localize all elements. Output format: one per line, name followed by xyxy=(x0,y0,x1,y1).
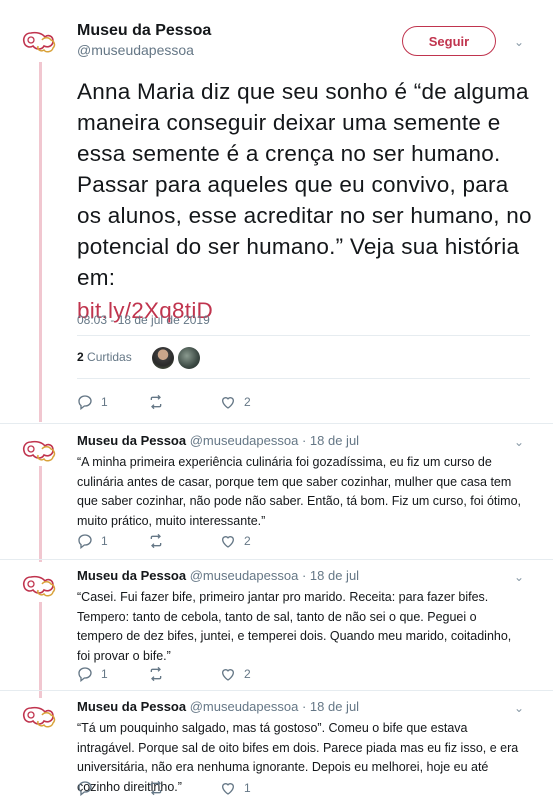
handle[interactable]: @museudapessoa xyxy=(190,433,299,448)
retweet-stats[interactable]: 2 Curtidas xyxy=(77,350,132,364)
chevron-down-icon[interactable]: ⌄ xyxy=(512,570,526,584)
like-button[interactable]: 1 xyxy=(220,780,251,796)
reply-icon xyxy=(78,534,92,549)
divider xyxy=(77,378,530,379)
tweet-date[interactable]: · 18 de jul xyxy=(302,699,359,714)
reply-tweet[interactable]: Museu da Pessoa @museudapessoa · 18 de j… xyxy=(0,568,553,698)
retweet-icon xyxy=(150,394,162,410)
handle[interactable]: @museudapessoa xyxy=(77,42,194,58)
avatar[interactable] xyxy=(152,347,174,369)
reply-header: Museu da Pessoa @museudapessoa · 18 de j… xyxy=(77,433,359,448)
divider xyxy=(0,559,553,560)
reply-tweet[interactable]: Museu da Pessoa @museudapessoa · 18 de j… xyxy=(0,699,553,802)
heart-icon xyxy=(221,669,235,681)
retweet-button[interactable] xyxy=(148,666,172,682)
reply-button[interactable]: 1 xyxy=(77,666,108,682)
tweet-actions: 1 2 xyxy=(77,394,377,414)
tweet-date[interactable]: · 18 de jul xyxy=(302,433,359,448)
reply-count: 1 xyxy=(101,534,108,548)
like-button[interactable]: 2 xyxy=(220,394,251,410)
retweet-button[interactable] xyxy=(148,780,172,796)
reply-header: Museu da Pessoa @museudapessoa · 18 de j… xyxy=(77,568,359,583)
heart-icon xyxy=(221,397,235,409)
retweet-label: Curtidas xyxy=(87,350,132,364)
avatar[interactable] xyxy=(178,347,200,369)
avatar[interactable] xyxy=(22,438,62,466)
display-name[interactable]: Museu da Pessoa xyxy=(77,433,186,448)
retweet-icon xyxy=(150,780,162,796)
reply-button[interactable] xyxy=(77,780,101,796)
retweet-icon xyxy=(150,533,162,549)
museu-logo-icon xyxy=(22,31,56,53)
like-count: 2 xyxy=(244,395,251,409)
reply-count: 1 xyxy=(101,667,108,681)
avatar[interactable] xyxy=(22,704,62,732)
like-button[interactable]: 2 xyxy=(220,666,251,682)
like-count: 2 xyxy=(244,667,251,681)
reply-tweet[interactable]: Museu da Pessoa @museudapessoa · 18 de j… xyxy=(0,433,553,563)
retweet-button[interactable] xyxy=(148,394,172,410)
tweet-actions: 1 2 xyxy=(77,666,377,686)
like-count: 2 xyxy=(244,534,251,548)
timestamp[interactable]: 08:03 - 18 de jul de 2019 xyxy=(77,313,210,327)
heart-icon xyxy=(221,536,235,548)
divider xyxy=(0,423,553,424)
museu-logo-icon xyxy=(22,575,56,597)
like-count: 1 xyxy=(244,781,251,795)
chevron-down-icon[interactable]: ⌄ xyxy=(512,435,526,449)
tweet-body: Anna Maria diz que seu sonho é “de algum… xyxy=(77,79,532,290)
divider xyxy=(77,335,530,336)
museu-logo-icon xyxy=(22,440,56,462)
reply-button[interactable]: 1 xyxy=(77,533,108,549)
tweet-actions: 1 2 xyxy=(77,533,377,553)
reply-icon xyxy=(78,667,92,682)
reply-icon xyxy=(78,395,92,410)
divider xyxy=(0,690,553,691)
display-name[interactable]: Museu da Pessoa xyxy=(77,699,186,714)
reply-header: Museu da Pessoa @museudapessoa · 18 de j… xyxy=(77,699,359,714)
chevron-down-icon[interactable]: ⌄ xyxy=(512,35,526,49)
follow-button[interactable]: Seguir xyxy=(402,26,496,56)
tweet-text: “A minha primeira experiência culinária … xyxy=(77,455,522,528)
tweet-date[interactable]: · 18 de jul xyxy=(302,568,359,583)
display-name[interactable]: Museu da Pessoa xyxy=(77,22,211,40)
chevron-down-icon[interactable]: ⌄ xyxy=(512,701,526,715)
heart-icon xyxy=(221,783,235,795)
reply-button[interactable]: 1 xyxy=(77,394,108,410)
like-button[interactable]: 2 xyxy=(220,533,251,549)
museu-logo-icon xyxy=(22,706,56,728)
reply-icon xyxy=(78,781,92,796)
avatar[interactable] xyxy=(22,573,62,601)
reply-count: 1 xyxy=(101,395,108,409)
handle[interactable]: @museudapessoa xyxy=(190,568,299,583)
retweet-count: 2 xyxy=(77,350,84,364)
retweet-icon xyxy=(150,666,162,682)
display-name[interactable]: Museu da Pessoa xyxy=(77,568,186,583)
avatar[interactable] xyxy=(22,29,62,57)
tweet-text: “Casei. Fui fazer bife, primeiro jantar … xyxy=(77,590,512,663)
handle[interactable]: @museudapessoa xyxy=(190,699,299,714)
main-tweet: Museu da Pessoa @museudapessoa Seguir ⌄ … xyxy=(0,0,553,426)
tweet-actions: 1 xyxy=(77,780,377,800)
retweet-button[interactable] xyxy=(148,533,172,549)
tweet-text: Anna Maria diz que seu sonho é “de algum… xyxy=(77,76,539,326)
